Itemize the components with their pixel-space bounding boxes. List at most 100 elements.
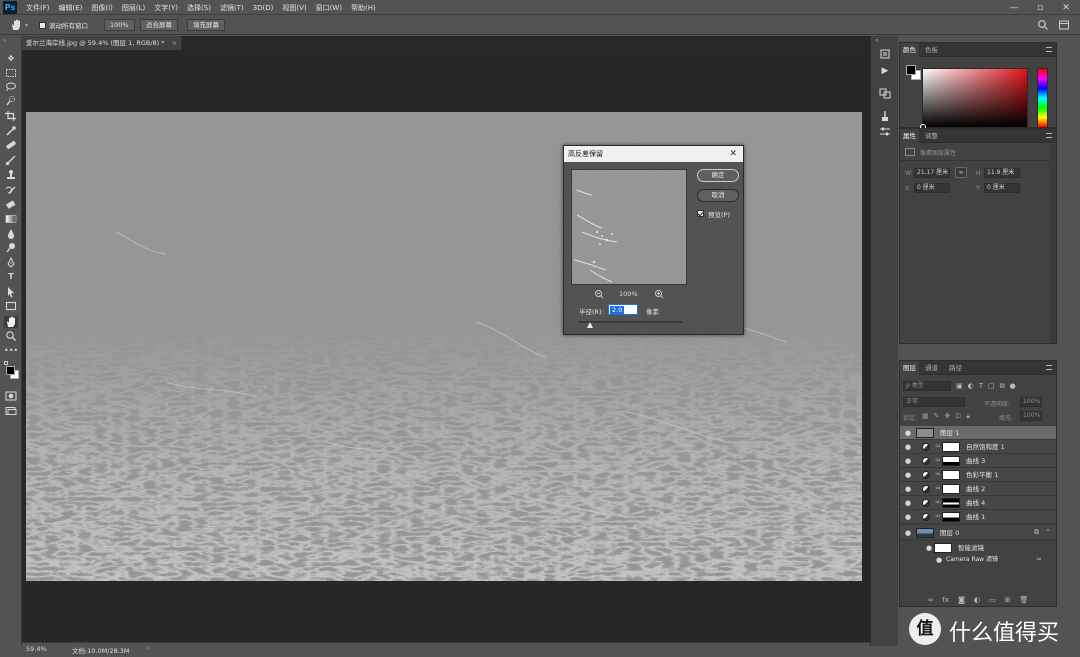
layer-row[interactable]: ● ∞ 曲线 4	[900, 496, 1056, 510]
lock-pixels-icon[interactable]: ✎	[934, 411, 940, 421]
visibility-eye-icon[interactable]: ●	[903, 429, 913, 437]
minimize-button[interactable]: —	[1008, 3, 1020, 13]
opacity-field[interactable]: 100%	[1020, 397, 1042, 407]
brush-tool-icon[interactable]	[4, 154, 18, 166]
cancel-button[interactable]: 取消	[697, 189, 739, 202]
status-zoom[interactable]: 59.4%	[26, 645, 47, 653]
layer-row[interactable]: ● ∞ 曲线 2	[900, 482, 1056, 496]
hand-tool-icon[interactable]	[4, 316, 18, 328]
eyedropper-tool-icon[interactable]	[4, 125, 18, 137]
mask-link-icon[interactable]: ∞	[935, 442, 941, 450]
layer-row[interactable]: ● 图层 1	[900, 426, 1056, 440]
menu-select[interactable]: 选择(S)	[187, 3, 211, 13]
workspace-icon[interactable]	[1058, 19, 1070, 31]
tab-adjustments[interactable]: 调整	[922, 129, 941, 143]
smart-filters-row[interactable]: ● 智能滤镜	[900, 541, 1056, 555]
visibility-eye-icon[interactable]: ●	[903, 529, 913, 537]
menu-view[interactable]: 视图(V)	[282, 3, 306, 13]
collapse-icon[interactable]: »	[3, 37, 7, 44]
filter-shape-icon[interactable]: ▢	[988, 381, 995, 391]
height-field[interactable]: 11.9 厘米	[984, 168, 1020, 178]
filter-options-icon[interactable]: ≈	[1036, 555, 1042, 563]
layer-style-icon[interactable]: fx	[942, 594, 949, 606]
close-window-button[interactable]: ✕	[1060, 3, 1072, 13]
dodge-tool-icon[interactable]	[4, 242, 18, 254]
visibility-eye-icon[interactable]: ●	[934, 556, 944, 564]
foreground-swatch[interactable]	[906, 65, 916, 75]
link-dimensions-icon[interactable]: ∞	[955, 167, 967, 178]
y-field[interactable]: 0 厘米	[984, 183, 1020, 193]
blur-tool-icon[interactable]	[4, 228, 18, 240]
layer-row[interactable]: ● ∞ 色彩平衡 1	[900, 468, 1056, 482]
new-group-icon[interactable]: ▭	[989, 594, 996, 606]
type-tool-icon[interactable]: T	[4, 271, 18, 283]
mask-link-icon[interactable]: ∞	[935, 484, 941, 492]
filter-pixel-icon[interactable]: ▣	[956, 381, 963, 391]
layer-row[interactable]: ● ∞ 曲线 1	[900, 510, 1056, 524]
radius-input[interactable]: 2.0	[608, 304, 638, 315]
visibility-eye-icon[interactable]: ●	[903, 471, 913, 479]
filter-toggle-icon[interactable]: ●	[1010, 381, 1016, 391]
quick-select-tool-icon[interactable]	[4, 95, 18, 107]
tab-color[interactable]: 颜色	[900, 43, 919, 57]
properties-panel-menu-icon[interactable]	[1046, 133, 1052, 138]
x-field[interactable]: 0 厘米	[914, 183, 950, 193]
healing-brush-tool-icon[interactable]	[4, 139, 18, 151]
lock-position-icon[interactable]: ✥	[945, 411, 951, 421]
delete-layer-icon[interactable]: 🗑︎	[1019, 594, 1028, 606]
document-tab-close-icon[interactable]: ×	[172, 39, 177, 47]
fill-screen-button[interactable]: 填充屏幕	[187, 19, 225, 31]
marquee-tool-icon[interactable]	[4, 67, 18, 79]
menu-image[interactable]: 图像(I)	[91, 3, 113, 13]
expand-panels-icon[interactable]: «	[875, 37, 879, 44]
menu-filter[interactable]: 滤镜(T)	[220, 3, 244, 13]
menu-3d[interactable]: 3D(D)	[253, 4, 274, 12]
menu-help[interactable]: 帮助(H)	[351, 3, 376, 13]
visibility-eye-icon[interactable]: ●	[903, 443, 913, 451]
new-layer-icon[interactable]: ⊞	[1005, 594, 1011, 606]
fill-field[interactable]: 100%	[1020, 411, 1042, 421]
tool-preset-chevron-icon[interactable]: ▾	[25, 22, 28, 29]
adjust-sliders-icon[interactable]	[878, 126, 892, 138]
link-layers-icon[interactable]: ∞	[928, 594, 934, 606]
zoom-100-button[interactable]: 100%	[104, 19, 135, 31]
menu-file[interactable]: 文件(F)	[26, 3, 50, 13]
document-tab[interactable]: 爱尔兰海岸线.jpg @ 59.4% (图层 1, RGB/8) * ×	[22, 36, 182, 50]
collapse-effects-icon[interactable]: ⌃	[1045, 528, 1051, 536]
mask-link-icon[interactable]: ∞	[935, 456, 941, 464]
crop-tool-icon[interactable]	[4, 110, 18, 122]
layer-row[interactable]: ● 图层 0 ⧉ ⌃	[900, 526, 1056, 540]
smart-filter-badge-icon[interactable]: ⧉	[1034, 528, 1039, 537]
scroll-all-windows-checkbox[interactable]	[39, 22, 46, 29]
layers-panel-menu-icon[interactable]	[1046, 365, 1052, 370]
menu-window[interactable]: 窗口(W)	[316, 3, 342, 13]
pen-tool-icon[interactable]	[4, 257, 18, 269]
eraser-tool-icon[interactable]	[4, 199, 18, 211]
maximize-button[interactable]: ▫	[1034, 3, 1046, 13]
status-menu-chevron-icon[interactable]: ›	[147, 644, 150, 652]
zoom-tool-icon[interactable]	[4, 330, 18, 342]
tab-layers[interactable]: 图层	[900, 361, 919, 375]
clone-source-icon[interactable]	[878, 87, 892, 99]
path-select-tool-icon[interactable]	[4, 286, 18, 298]
radius-slider-thumb[interactable]	[587, 322, 594, 328]
screen-mode-icon[interactable]	[4, 405, 18, 417]
clone-stamp-tool-icon[interactable]	[4, 169, 18, 181]
layer-row[interactable]: ● ∞ 自然饱和度 1	[900, 440, 1056, 454]
dialog-preview-image[interactable]	[571, 169, 687, 285]
preview-checkbox[interactable]	[697, 210, 704, 217]
lock-transparent-icon[interactable]: ▦	[922, 411, 929, 421]
color-panel-menu-icon[interactable]	[1046, 47, 1052, 52]
tab-properties[interactable]: 属性	[900, 129, 919, 143]
tab-channels[interactable]: 通道	[922, 361, 941, 375]
mask-link-icon[interactable]: ∞	[935, 498, 941, 506]
ok-button[interactable]: 确定	[697, 169, 739, 182]
brush-settings-icon[interactable]	[878, 110, 892, 122]
radius-slider-track[interactable]	[578, 321, 682, 323]
camera-raw-filter-row[interactable]: ● Camera Raw 滤镜 ≈	[900, 554, 1056, 566]
filter-smart-icon[interactable]: ⧉	[1000, 381, 1005, 391]
tab-paths[interactable]: 路径	[946, 361, 965, 375]
tab-swatches[interactable]: 色板	[922, 43, 941, 57]
menu-layer[interactable]: 图层(L)	[122, 3, 145, 13]
rectangle-tool-icon[interactable]	[4, 300, 18, 312]
